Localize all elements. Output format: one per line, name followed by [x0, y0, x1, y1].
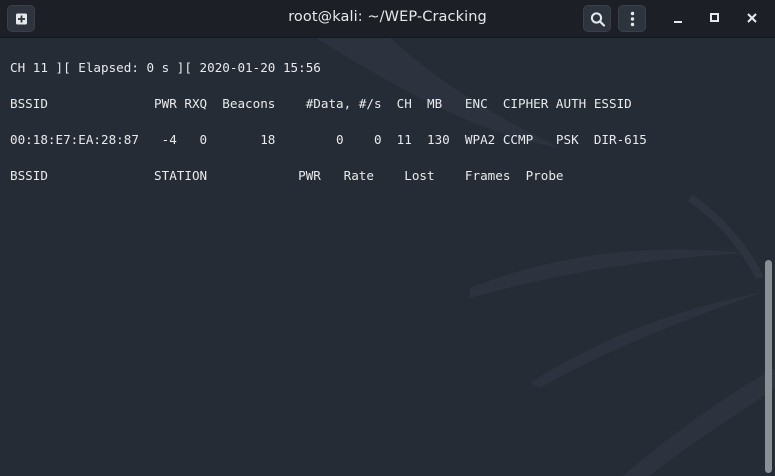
station-table-header: BSSID STATION PWR Rate Lost Frames Probe [10, 168, 564, 183]
search-button[interactable] [583, 5, 611, 32]
airodump-status-line: CH 11 ][ Elapsed: 0 s ][ 2020-01-20 15:5… [10, 60, 321, 75]
close-icon [747, 13, 757, 23]
menu-button[interactable] [618, 5, 646, 32]
terminal-scrollbar[interactable] [765, 260, 772, 473]
terminal-output[interactable]: CH 11 ][ Elapsed: 0 s ][ 2020-01-20 15:5… [0, 38, 775, 476]
minimize-icon [674, 21, 682, 23]
window-title: root@kali: ~/WEP-Cracking [288, 9, 487, 25]
minimize-button[interactable] [670, 10, 686, 26]
ap-table-row: 00:18:E7:EA:28:87 -4 0 18 0 0 11 130 WPA… [10, 132, 647, 147]
maximize-icon [710, 13, 719, 22]
close-button[interactable] [744, 10, 760, 26]
search-icon [590, 12, 606, 27]
ap-table-header: BSSID PWR RXQ Beacons #Data, #/s CH MB E… [10, 96, 632, 111]
terminal-window: root@kali: ~/WEP-Cracking CH 11][Elaps… [0, 0, 775, 476]
maximize-button[interactable] [707, 10, 723, 26]
kebab-menu-icon [630, 11, 635, 27]
title-bar: root@kali: ~/WEP-Cracking [0, 0, 775, 38]
